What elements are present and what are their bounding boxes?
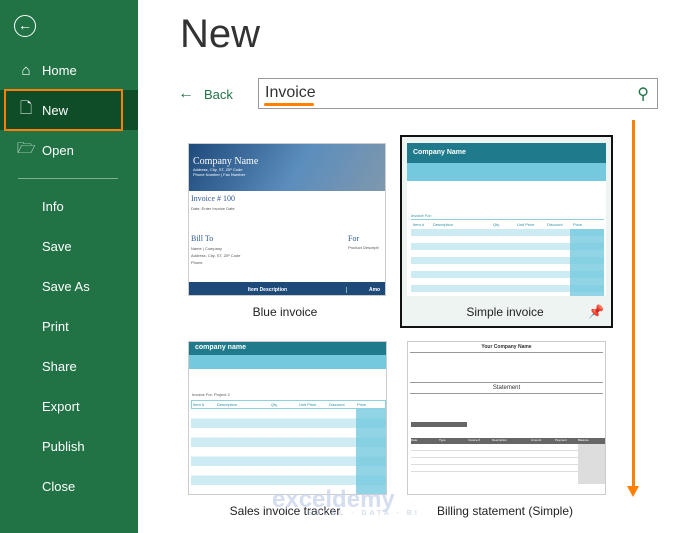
- back-arrow-icon[interactable]: ←: [14, 15, 36, 37]
- thumb-text: Price: [357, 402, 367, 407]
- sidebar-item-share[interactable]: Share: [0, 346, 138, 386]
- thumb-text: Qty: [493, 222, 500, 227]
- thumb-text: Name | Company: [191, 246, 223, 251]
- thumb-text: Item Description: [189, 286, 347, 293]
- sidebar-item-open[interactable]: 🗁 Open: [0, 130, 138, 170]
- template-thumbnail: Company Name Address, City, ST, ZIP Code…: [188, 143, 386, 296]
- page-title: New: [180, 12, 261, 56]
- search-box[interactable]: ⚲: [258, 78, 658, 109]
- thumb-text: Amo: [369, 286, 381, 293]
- thumb-text: Invoice For:: [411, 213, 432, 218]
- thumb-text: Phone: [191, 260, 203, 265]
- thumb-text: Bill To: [191, 234, 214, 243]
- thumb-text: Description: [217, 402, 238, 407]
- thumb-text: Statement: [410, 382, 603, 394]
- arrow-left-icon: ←: [178, 85, 194, 102]
- thumb-text: For: [348, 234, 360, 243]
- watermark-tagline: EXCEL · DATA · BI: [308, 510, 420, 517]
- highlight-underline: [264, 103, 314, 106]
- thumb-text: Discount: [547, 222, 563, 227]
- thumb-text: Phone Number | Fax Number: [193, 172, 246, 177]
- thumb-company: Your Company Name: [410, 342, 603, 353]
- sidebar-item-print[interactable]: Print: [0, 306, 138, 346]
- back-button[interactable]: ← Back: [178, 85, 233, 103]
- thumb-text: Qty: [271, 402, 278, 407]
- thumb-text: Address, City, ST, ZIP Code: [191, 253, 241, 258]
- watermark-text: exceldemy: [272, 486, 395, 513]
- watermark-logo: exceldemy EXCEL · DATA · BI: [272, 486, 420, 517]
- template-label: Billing statement (Simple): [436, 504, 574, 518]
- template-thumbnail: company name Invoice For: Project 2 Item…: [188, 341, 387, 495]
- sidebar-item-home[interactable]: ⌂ Home: [0, 50, 138, 90]
- thumb-company: company name: [189, 342, 386, 355]
- thumb-text: Invoice # 100: [191, 194, 235, 203]
- thumb-text: Description: [433, 222, 454, 227]
- divider: [18, 178, 118, 179]
- arrow-down-icon: [627, 486, 639, 497]
- thumb-text: Product Descripti: [348, 245, 379, 250]
- thumb-company: Company Name: [193, 156, 259, 167]
- sidebar-item-close[interactable]: Close: [0, 466, 138, 506]
- template-label: Simple invoice: [466, 305, 544, 319]
- thumb-text: Item #: [413, 222, 425, 227]
- thumb-text: Price: [573, 222, 583, 227]
- main-panel: New ←Back ⚲ Company Name Address, City, …: [138, 0, 687, 533]
- scroll-arrow-annotation: [632, 120, 635, 490]
- thumb-text: Date: Enter Invoice Date: [191, 206, 235, 211]
- highlight-box: [4, 89, 123, 131]
- pin-icon[interactable]: 📌: [588, 304, 604, 320]
- sidebar-item-info[interactable]: Info: [0, 186, 138, 226]
- template-thumbnail: Company Name Invoice For: Item # Descript…: [407, 143, 606, 296]
- search-icon[interactable]: ⚲: [637, 84, 649, 104]
- thumb-text: Discount: [329, 402, 345, 407]
- sidebar-item-export[interactable]: Export: [0, 386, 138, 426]
- template-thumbnail: Your Company Name Statement Date Type Invo…: [407, 341, 606, 495]
- thumb-company: Company Name: [407, 143, 606, 163]
- thumb-text: Item #: [193, 402, 205, 407]
- sidebar-item-save-as[interactable]: Save As: [0, 266, 138, 306]
- home-icon: ⌂: [21, 61, 31, 79]
- thumb-text: Invoice For: Project 2: [192, 392, 230, 397]
- backstage-sidebar: ← ⌂ Home 🗋 New 🗁 Open Info Save Save As Pri…: [0, 0, 138, 533]
- template-label: Blue invoice: [252, 305, 318, 319]
- folder-open-icon: 🗁: [17, 139, 36, 157]
- thumb-text: Unit Price: [299, 402, 317, 407]
- sidebar-item-save[interactable]: Save: [0, 226, 138, 266]
- thumb-text: Unit Price: [517, 222, 535, 227]
- sidebar-item-publish[interactable]: Publish: [0, 426, 138, 466]
- search-input[interactable]: [265, 84, 625, 102]
